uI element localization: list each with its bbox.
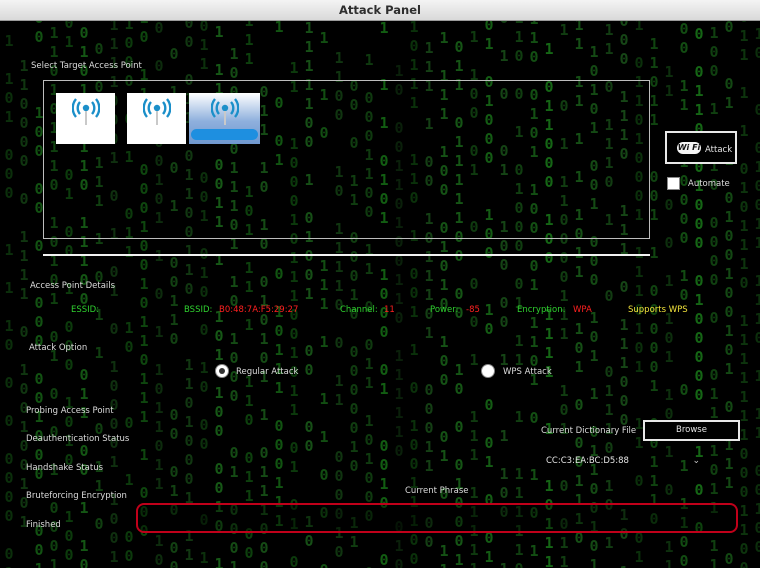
- power-value: -85: [466, 305, 480, 315]
- access-point-tile[interactable]: [56, 93, 115, 144]
- window-title: Attack Panel: [0, 0, 760, 21]
- wifi-logo-icon: Wi Fi: [677, 142, 701, 154]
- mac-address-select[interactable]: CC:C3:EA:BC:D5:88 ⌄: [546, 456, 706, 471]
- bssid-value: B0:48:7A:F5:29:27: [219, 305, 299, 315]
- attack-button-label: Attack: [705, 145, 733, 155]
- matrix-column: 1 1 0 0 0 0 0 1 1 1 1 0 1 0 0 1 0 0 1 0 …: [19, 57, 29, 531]
- wps-attack-radio[interactable]: [481, 364, 495, 378]
- matrix-column: 0 0 1 1 1 0 1 0 0 1 0 0 1 0 1 0 1 1 1 0 …: [724, 21, 734, 568]
- divider: [43, 254, 650, 256]
- deauthentication-status: Deauthentication Status: [26, 434, 130, 444]
- matrix-column: 1 0 0 1 1 0 0 1 0 0 0 0 1 0 0 0 0 0 1 1 …: [694, 21, 704, 537]
- matrix-column: 0 1 0 0 0 1 0 0 1 1 1 1 1 0 1 1 1 0 0 1 …: [754, 21, 760, 556]
- channel-value: 11: [384, 305, 395, 315]
- regular-attack-label: Regular Attack: [236, 367, 299, 377]
- dictionary-label: Current Dictionary File: [541, 426, 637, 436]
- access-point-details-label: Access Point Details: [30, 281, 116, 291]
- wps-attack-label: WPS Attack: [503, 367, 552, 377]
- selection-highlight: [191, 129, 258, 140]
- attack-button[interactable]: Wi Fi Attack: [665, 131, 737, 164]
- wps-support-text: Supports WPS: [628, 305, 688, 315]
- wifi-antenna-icon: [210, 98, 239, 125]
- current-phrase-field: [136, 503, 738, 533]
- probing-status: Probing Access Point: [26, 406, 114, 416]
- bssid-label: BSSID:: [184, 305, 213, 315]
- automate-checkbox[interactable]: [667, 177, 680, 190]
- handshake-status: Handshake Status: [26, 463, 104, 473]
- select-target-label: Select Target Access Point: [31, 61, 142, 71]
- automate-label: Automate: [688, 179, 730, 189]
- power-label: Power:: [430, 305, 459, 315]
- finished-status: Finished: [26, 520, 61, 530]
- matrix-column: 1 1 1 0 0 1 1 0 1 1 0 1 0 1 1: [664, 63, 674, 568]
- attack-option-label: Attack Option: [29, 343, 88, 353]
- access-point-tile-selected[interactable]: [189, 93, 260, 144]
- wifi-antenna-icon: [71, 98, 100, 125]
- matrix-column: 0 0 1 1 1 1 0 0 0 0 1 0 0 1 1 1 1 0 0 1: [679, 21, 689, 568]
- regular-attack-radio[interactable]: [215, 364, 229, 378]
- encryption-label: Encryption:: [517, 305, 566, 315]
- current-phrase-label: Current Phrase: [405, 486, 469, 496]
- mac-address-value: CC:C3:EA:BC:D5:88: [546, 456, 629, 466]
- access-point-tile[interactable]: [127, 93, 186, 144]
- channel-label: Channel:: [340, 305, 378, 315]
- chevron-down-icon[interactable]: ⌄: [692, 456, 700, 466]
- essid-label: ESSID:: [71, 305, 100, 315]
- access-point-list[interactable]: [43, 80, 650, 239]
- wifi-antenna-icon: [142, 98, 171, 125]
- matrix-column: 0 1 1 1 1 0 1 0 1 1 1 0 1 1 1 1 1 1 1 0 …: [739, 21, 749, 568]
- encryption-value: WPA: [573, 305, 592, 315]
- browse-button[interactable]: Browse: [643, 420, 740, 441]
- matrix-column: 1 1 0 1 0 0 0 1 1 1 0 0 0 0 0 0 0 0 1: [4, 32, 14, 568]
- matrix-column: 1 0 0 1 1 0 0 0 0 0 0 0 1 1 0 1 0 1 1 1 …: [709, 24, 719, 568]
- bruteforce-status: Bruteforcing Encryption: [26, 491, 127, 501]
